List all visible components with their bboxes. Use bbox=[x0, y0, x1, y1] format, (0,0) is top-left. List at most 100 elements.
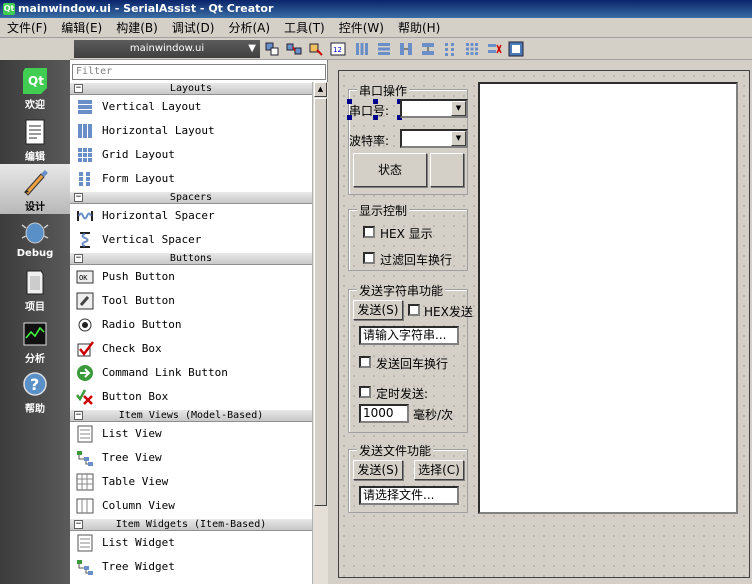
widget-item[interactable]: Check Box bbox=[70, 337, 312, 361]
hex-display-checkbox[interactable] bbox=[363, 226, 375, 238]
edit-tab-order-icon[interactable]: 12 bbox=[330, 41, 346, 57]
chevron-down-icon[interactable]: ▼ bbox=[451, 131, 466, 146]
list-widget-icon bbox=[77, 534, 93, 552]
selection-handle[interactable] bbox=[373, 99, 378, 104]
collapse-icon[interactable]: − bbox=[74, 520, 83, 529]
selection-handle[interactable] bbox=[347, 99, 352, 104]
collapse-icon[interactable]: − bbox=[74, 254, 83, 263]
menu-widgets[interactable]: 控件(W) bbox=[332, 18, 391, 38]
status-indicator[interactable] bbox=[430, 153, 464, 187]
menu-analyze[interactable]: 分析(A) bbox=[221, 18, 277, 38]
category-spacers[interactable]: − Spacers bbox=[70, 191, 312, 204]
widget-label: Check Box bbox=[102, 342, 162, 355]
filter-input[interactable]: Filter bbox=[72, 64, 326, 80]
send-file-group-title: 发送文件功能 bbox=[357, 442, 434, 459]
mode-projects-label: 项目 bbox=[25, 302, 45, 313]
choose-file-button[interactable]: 选择(C) bbox=[414, 460, 464, 480]
edit-widgets-icon[interactable] bbox=[264, 41, 280, 57]
qt-logo-icon: Qt bbox=[23, 68, 47, 94]
open-file-combo[interactable]: mainwindow.ui ▼ bbox=[74, 40, 260, 58]
selection-handle[interactable] bbox=[347, 115, 352, 120]
vertical-spacer-icon bbox=[80, 232, 90, 248]
scrollbar-thumb[interactable] bbox=[314, 98, 327, 506]
widget-item[interactable]: Table View bbox=[70, 470, 312, 494]
collapse-icon[interactable]: − bbox=[74, 193, 83, 202]
layout-grid-icon[interactable] bbox=[464, 41, 480, 57]
grid-layout-icon bbox=[78, 148, 92, 162]
adjust-size-icon[interactable] bbox=[508, 41, 524, 57]
widget-item[interactable]: Tool Button bbox=[70, 289, 312, 313]
widget-box-scrollbar[interactable]: ▲ bbox=[312, 82, 328, 584]
widget-item[interactable]: Grid Layout bbox=[70, 143, 312, 167]
menu-build[interactable]: 构建(B) bbox=[109, 18, 165, 38]
mode-welcome[interactable]: Qt 欢迎 bbox=[0, 62, 70, 112]
menu-edit[interactable]: 编辑(E) bbox=[54, 18, 109, 38]
layout-form-icon[interactable] bbox=[442, 41, 458, 57]
mode-help[interactable]: ? 帮助 bbox=[0, 366, 70, 416]
send-string-button[interactable]: 发送(S) bbox=[353, 300, 403, 320]
menu-help[interactable]: 帮助(H) bbox=[391, 18, 447, 38]
widget-label: Command Link Button bbox=[102, 366, 228, 379]
category-item-views[interactable]: − Item Views (Model-Based) bbox=[70, 409, 312, 422]
status-button[interactable]: 状态 bbox=[353, 153, 427, 187]
widget-item[interactable]: Radio Button bbox=[70, 313, 312, 337]
widget-item[interactable]: Command Link Button bbox=[70, 361, 312, 385]
chevron-down-icon[interactable]: ▼ bbox=[451, 101, 466, 116]
menu-debug[interactable]: 调试(D) bbox=[165, 18, 222, 38]
layout-vertical-icon[interactable] bbox=[376, 41, 392, 57]
filter-crlf-checkbox[interactable] bbox=[363, 252, 375, 264]
send-string-input[interactable]: 请输入字符串... bbox=[359, 326, 459, 345]
edit-buddies-icon[interactable] bbox=[308, 41, 324, 57]
mode-edit[interactable]: 编辑 bbox=[0, 114, 70, 164]
menu-file[interactable]: 文件(F) bbox=[0, 18, 54, 38]
mode-projects[interactable]: 项目 bbox=[0, 264, 70, 314]
display-group-title: 显示控制 bbox=[357, 202, 410, 219]
category-layouts[interactable]: − Layouts bbox=[70, 82, 312, 95]
receive-text-area[interactable] bbox=[478, 82, 738, 514]
layout-h-splitter-icon[interactable] bbox=[398, 41, 414, 57]
file-path-input[interactable]: 请选择文件... bbox=[359, 486, 459, 505]
send-crlf-checkbox[interactable] bbox=[359, 356, 371, 368]
interval-unit-label: 毫秒/次 bbox=[413, 408, 454, 422]
selection-handle[interactable] bbox=[373, 115, 378, 120]
interval-input[interactable]: 1000 bbox=[359, 404, 409, 423]
widget-item[interactable]: List Widget bbox=[70, 531, 312, 555]
layout-v-splitter-icon[interactable] bbox=[420, 41, 436, 57]
widget-item[interactable]: Button Box bbox=[70, 385, 312, 409]
widget-label: Radio Button bbox=[102, 318, 182, 331]
baud-combo[interactable]: ▼ bbox=[400, 129, 468, 148]
widget-item[interactable]: Horizontal Layout bbox=[70, 119, 312, 143]
widget-label: Grid Layout bbox=[102, 148, 175, 161]
edit-signals-icon[interactable] bbox=[286, 41, 302, 57]
timed-send-checkbox[interactable] bbox=[359, 386, 371, 398]
widget-box: Filter − Layouts Vertical Layout Horizont… bbox=[70, 60, 328, 584]
layout-horizontal-icon[interactable] bbox=[354, 41, 370, 57]
widget-item[interactable]: Horizontal Spacer bbox=[70, 204, 312, 228]
scroll-up-icon[interactable]: ▲ bbox=[314, 82, 327, 97]
category-buttons[interactable]: − Buttons bbox=[70, 252, 312, 265]
collapse-icon[interactable]: − bbox=[74, 411, 83, 420]
widget-item[interactable]: Form Layout bbox=[70, 167, 312, 191]
port-combo[interactable]: ▼ bbox=[400, 99, 468, 118]
mode-debug[interactable]: Debug bbox=[0, 214, 70, 264]
widget-item[interactable]: Tree Widget bbox=[70, 555, 312, 579]
widget-item[interactable]: Vertical Spacer bbox=[70, 228, 312, 252]
mode-help-label: 帮助 bbox=[25, 404, 45, 415]
list-view-icon bbox=[77, 425, 93, 443]
widget-item[interactable]: Vertical Layout bbox=[70, 95, 312, 119]
widget-label: Form Layout bbox=[102, 172, 175, 185]
widget-item[interactable]: Column View bbox=[70, 494, 312, 518]
widget-item[interactable]: OK Push Button bbox=[70, 265, 312, 289]
category-item-widgets[interactable]: − Item Widgets (Item-Based) bbox=[70, 518, 312, 531]
menu-tools[interactable]: 工具(T) bbox=[277, 18, 332, 38]
collapse-icon[interactable]: − bbox=[74, 84, 83, 93]
widget-item[interactable]: Tree View bbox=[70, 446, 312, 470]
widget-item[interactable]: List View bbox=[70, 422, 312, 446]
analyze-icon bbox=[23, 322, 47, 346]
mode-design[interactable]: 设计 bbox=[0, 164, 70, 214]
mode-analyze[interactable]: 分析 bbox=[0, 316, 70, 366]
break-layout-icon[interactable] bbox=[486, 41, 502, 57]
send-file-button[interactable]: 发送(S) bbox=[353, 460, 403, 480]
widget-label: Vertical Spacer bbox=[102, 233, 202, 246]
hex-send-checkbox[interactable] bbox=[408, 304, 420, 316]
